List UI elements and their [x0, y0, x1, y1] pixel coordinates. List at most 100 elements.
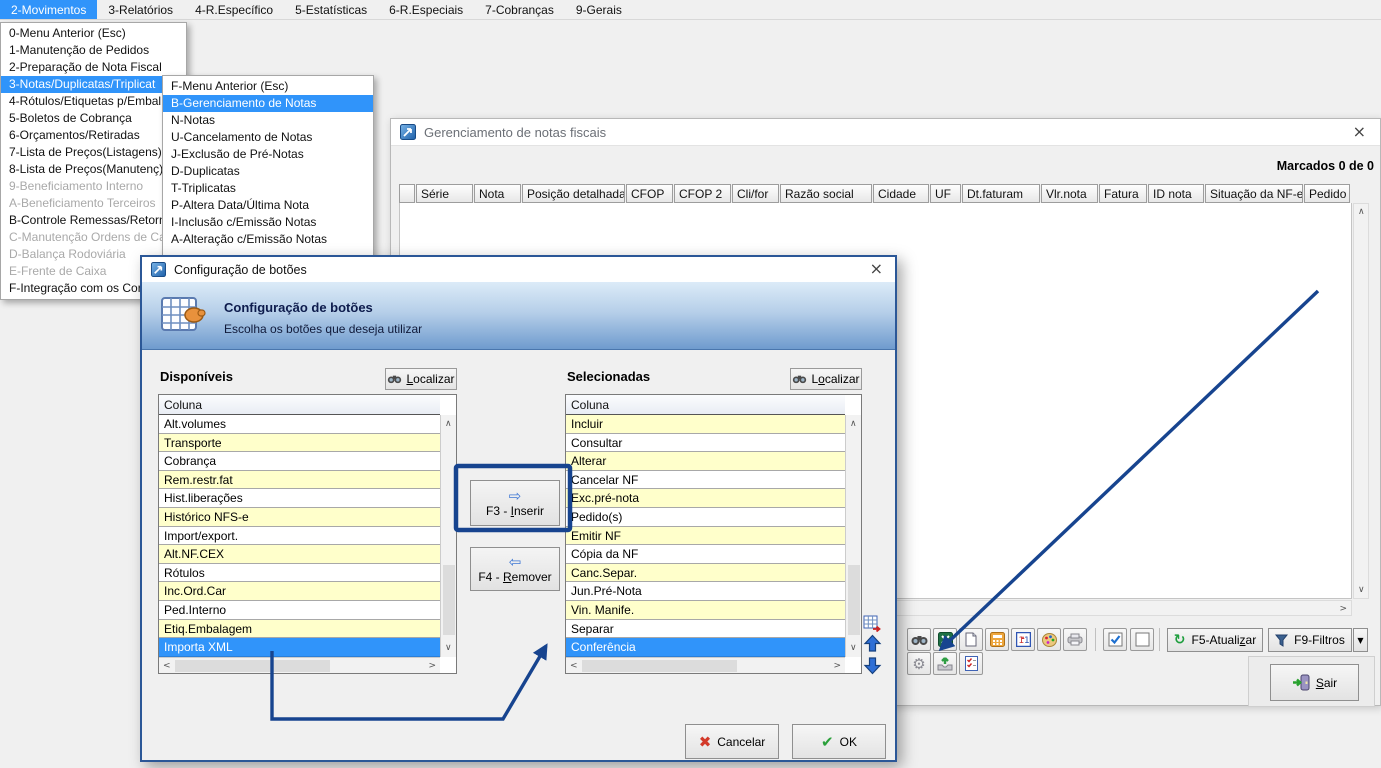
column-header[interactable] — [399, 184, 415, 203]
list-item[interactable]: Consultar — [566, 434, 845, 453]
cancelar-button[interactable]: ✖ Cancelar — [685, 724, 779, 759]
f4-remover-button[interactable]: ⇦ F4 - Remover — [470, 547, 560, 591]
menu-item[interactable]: B-Controle Remessas/Retornos — [1, 212, 186, 229]
column-header[interactable]: Cli/for — [732, 184, 779, 203]
list-item[interactable]: Separar — [566, 620, 845, 639]
menu-item[interactable]: 1-Manutenção de Pedidos — [1, 42, 186, 59]
palette-button[interactable] — [1037, 628, 1061, 651]
menu-item[interactable]: A-Beneficiamento Terceiros — [1, 195, 186, 212]
calculator-button[interactable] — [985, 628, 1009, 651]
list-item[interactable]: Jun.Pré-Nota — [566, 582, 845, 601]
column-header[interactable]: Razão social — [780, 184, 872, 203]
column-header[interactable]: Cidade — [873, 184, 929, 203]
scroll-thumb[interactable] — [582, 660, 737, 672]
ok-button[interactable]: ✔ OK — [792, 724, 886, 759]
checklist-button[interactable] — [959, 652, 983, 675]
submenu-item[interactable]: U-Cancelamento de Notas — [163, 129, 373, 146]
scroll-down-icon[interactable]: ∨ — [445, 643, 452, 653]
list-item[interactable]: Cancelar NF — [566, 471, 845, 490]
menu-item[interactable]: 2-Preparação de Nota Fiscal — [1, 59, 186, 76]
scroll-up-icon[interactable]: ∧ — [445, 419, 452, 429]
submenu-item[interactable]: F-Menu Anterior (Esc) — [163, 78, 373, 95]
list-item[interactable]: Alterar — [566, 452, 845, 471]
list-item[interactable]: Cobrança — [159, 452, 440, 471]
add-column-icon[interactable] — [863, 613, 882, 632]
submenu-item[interactable]: A-Alteração c/Emissão Notas — [163, 231, 373, 248]
column-header[interactable]: ID nota — [1148, 184, 1204, 203]
scroll-left-icon[interactable]: < — [163, 661, 171, 671]
dialog-close-icon[interactable]: × — [870, 261, 883, 277]
selected-localizar-button[interactable]: Localizar — [790, 368, 862, 390]
f9-filtros-button[interactable]: F9-Filtros — [1268, 628, 1352, 652]
menu-item[interactable]: 6-Orçamentos/Retiradas — [1, 127, 186, 144]
scroll-right-icon[interactable]: > — [1339, 604, 1347, 614]
scroll-down-icon[interactable]: ∨ — [1358, 585, 1365, 595]
submenu-item[interactable]: P-Altera Data/Última Nota — [163, 197, 373, 214]
scroll-left-icon[interactable]: < — [570, 661, 578, 671]
list-item[interactable]: Exc.pré-nota — [566, 489, 845, 508]
uncheck-all-button[interactable] — [1130, 628, 1154, 651]
scroll-thumb[interactable] — [443, 565, 455, 635]
menu-item[interactable]: 4-Rótulos/Etiquetas p/Embal. — [1, 93, 186, 110]
list-item[interactable]: Rótulos — [159, 564, 440, 583]
column-header[interactable]: Vlr.nota — [1041, 184, 1098, 203]
available-localizar-button[interactable]: Localizar — [385, 368, 457, 390]
menu-item[interactable]: 0-Menu Anterior (Esc) — [1, 25, 186, 42]
list-item[interactable]: Etiq.Embalagem — [159, 620, 440, 639]
notas-close-icon[interactable]: × — [1353, 124, 1366, 140]
list-item[interactable]: Import/export. — [159, 527, 440, 546]
submenu-item[interactable]: J-Exclusão de Pré-Notas — [163, 146, 373, 163]
printer-button[interactable] — [1063, 628, 1087, 651]
f3-inserir-button[interactable]: ⇨ F3 - Inserir — [470, 480, 560, 526]
import-button[interactable] — [933, 652, 957, 675]
list-item[interactable]: Conferência — [566, 638, 845, 657]
menubar-item[interactable]: 9-Gerais — [565, 0, 633, 19]
submenu-item[interactable]: T-Triplicatas — [163, 180, 373, 197]
column-header[interactable]: CFOP 2 — [674, 184, 731, 203]
menubar-item[interactable]: 7-Cobranças — [474, 0, 565, 19]
list-item[interactable]: Cópia da NF — [566, 545, 845, 564]
menu-item[interactable]: 5-Boletos de Cobrança — [1, 110, 186, 127]
available-listbox[interactable]: ColunaAlt.volumesTransporteCobrançaRem.r… — [158, 394, 457, 674]
filters-dropdown-button[interactable]: ▼ — [1353, 628, 1368, 652]
menu-item[interactable]: C-Manutenção Ordens de Carga — [1, 229, 186, 246]
column-header[interactable]: Série — [416, 184, 473, 203]
menubar-item[interactable]: 6-R.Especiais — [378, 0, 474, 19]
listbox-horizontal-scrollbar[interactable]: <> — [566, 657, 845, 674]
menu-item[interactable]: 7-Lista de Preços(Listagens) — [1, 144, 186, 161]
menubar-item[interactable]: 5-Estatísticas — [284, 0, 378, 19]
menubar-item[interactable]: 2-Movimentos — [0, 0, 97, 19]
notas-vertical-scrollbar[interactable]: ∧ ∨ — [1353, 203, 1369, 599]
settings-gear-button[interactable]: ⚙ — [907, 652, 931, 675]
move-up-icon[interactable] — [863, 634, 882, 653]
list-item[interactable]: Rem.restr.fat — [159, 471, 440, 490]
submenu-item[interactable]: D-Duplicatas — [163, 163, 373, 180]
column-header[interactable]: CFOP — [626, 184, 673, 203]
list-item[interactable]: Incluir — [566, 415, 845, 434]
column-header[interactable]: Nota — [474, 184, 521, 203]
scroll-down-icon[interactable]: ∨ — [850, 643, 857, 653]
list-item[interactable]: Importa XML — [159, 638, 440, 657]
list-item[interactable]: Alt.NF.CEX — [159, 545, 440, 564]
list-item[interactable]: Canc.Separ. — [566, 564, 845, 583]
selected-listbox[interactable]: ColunaIncluirConsultarAlterarCancelar NF… — [565, 394, 862, 674]
move-down-icon[interactable] — [863, 656, 882, 675]
binoculars-button[interactable] — [907, 628, 931, 651]
list-item[interactable]: Alt.volumes — [159, 415, 440, 434]
scroll-up-icon[interactable]: ∧ — [850, 419, 857, 429]
submenu-item[interactable]: I-Inclusão c/Emissão Notas — [163, 214, 373, 231]
column-header[interactable]: UF — [930, 184, 961, 203]
sair-button[interactable]: Sair — [1270, 664, 1359, 701]
scroll-right-icon[interactable]: > — [833, 661, 841, 671]
menubar-item[interactable]: 4-R.Específico — [184, 0, 284, 19]
scroll-up-icon[interactable]: ∧ — [1358, 207, 1365, 217]
scroll-right-icon[interactable]: > — [428, 661, 436, 671]
excel-export-button[interactable] — [933, 628, 957, 651]
column-header[interactable]: Fatura — [1099, 184, 1147, 203]
notas-window-titlebar[interactable]: Gerenciamento de notas fiscais × — [391, 119, 1380, 146]
f5-atualizar-button[interactable]: ↻ F5-Atualizar — [1167, 628, 1263, 652]
listbox-horizontal-scrollbar[interactable]: <> — [159, 657, 440, 674]
submenu-item[interactable]: B-Gerenciamento de Notas — [163, 95, 373, 112]
check-all-button[interactable] — [1103, 628, 1127, 651]
submenu-item[interactable]: N-Notas — [163, 112, 373, 129]
